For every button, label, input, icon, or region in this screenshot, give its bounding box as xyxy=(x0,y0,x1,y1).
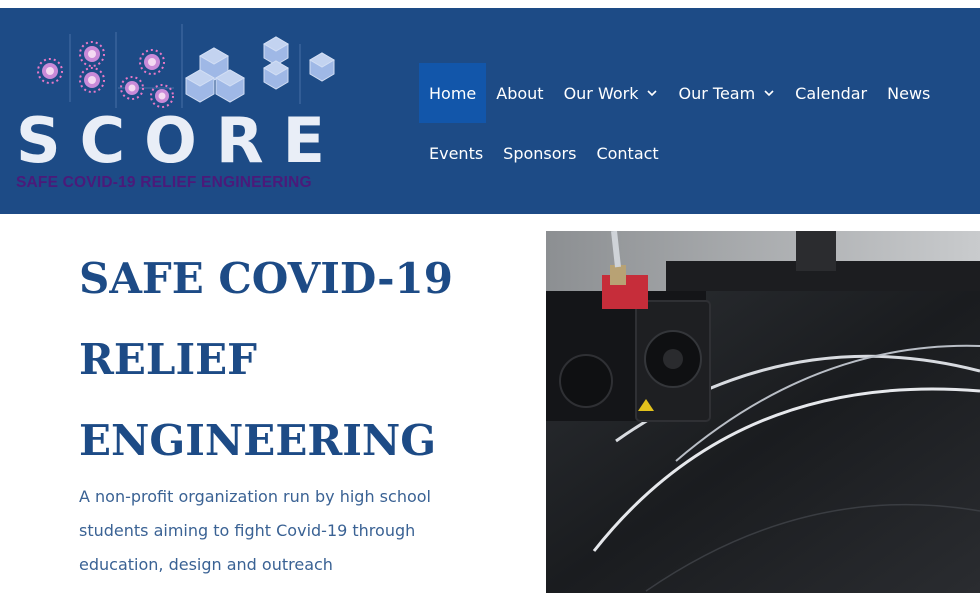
nav-item-our-work[interactable]: Our Work xyxy=(554,63,669,123)
3d-printer-image xyxy=(546,231,980,593)
nav-item-label: Contact xyxy=(596,143,659,163)
nav-item-calendar[interactable]: Calendar xyxy=(785,63,877,123)
virus-cluster xyxy=(37,41,174,108)
hero-title: SAFE COVID-19 RELIEF ENGINEERING xyxy=(79,254,453,465)
chevron-down-icon xyxy=(764,90,774,97)
chevron-down-icon xyxy=(647,90,658,97)
nav-item-label: Calendar xyxy=(795,83,868,103)
nav-item-sponsors[interactable]: Sponsors xyxy=(493,123,586,183)
nav-item-label: Our Team xyxy=(678,83,756,103)
nav-item-home[interactable]: Home xyxy=(419,63,487,123)
nav-item-label: Sponsors xyxy=(503,143,577,163)
nav-row-secondary: Events Sponsors Contact xyxy=(419,123,979,183)
top-strip xyxy=(0,0,980,8)
cube-cluster xyxy=(184,36,335,103)
nav-item-events[interactable]: Events xyxy=(419,123,493,183)
nav-item-about[interactable]: About xyxy=(486,63,553,123)
nav-row-primary: Home About Our Work Our Team Calendar Ne… xyxy=(419,63,979,123)
logo-tagline: SAFE COVID-19 RELIEF ENGINEERING xyxy=(16,174,312,191)
virus-and-cubes-logo-icon xyxy=(37,24,335,108)
nav-item-news[interactable]: News xyxy=(877,63,940,123)
nav-item-label: News xyxy=(887,83,931,103)
nav-item-contact[interactable]: Contact xyxy=(586,123,668,183)
nav-item-label: Our Work xyxy=(563,83,639,103)
site-header: SCORE SAFE COVID-19 RELIEF ENGINEERING H… xyxy=(0,8,980,214)
3d-printer-photo xyxy=(546,231,980,593)
main-navigation: Home About Our Work Our Team Calendar Ne… xyxy=(419,63,979,183)
nav-item-our-team[interactable]: Our Team xyxy=(668,63,785,123)
nav-item-label: Home xyxy=(429,83,477,103)
logo-wordmark: SCORE xyxy=(16,104,344,177)
site-logo[interactable]: SCORE SAFE COVID-19 RELIEF ENGINEERING xyxy=(14,16,364,196)
nav-item-label: Events xyxy=(429,143,484,163)
nav-item-label: About xyxy=(496,83,544,103)
hero-subtitle: A non-profit organization run by high sc… xyxy=(79,487,431,574)
